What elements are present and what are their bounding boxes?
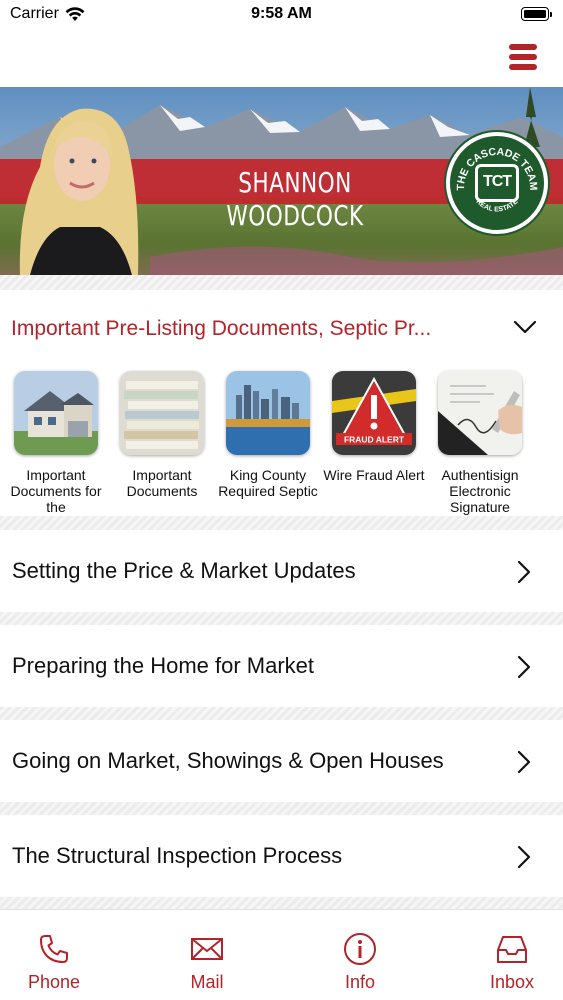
battery-icon [521, 7, 552, 21]
document-tile[interactable]: King County Required Septic [215, 370, 321, 515]
bottom-tab-bar: Phone Mail Info Inbox [0, 909, 563, 1000]
list-item-label: Setting the Price & Market Updates [12, 558, 356, 583]
mail-icon [191, 938, 223, 960]
tab-info[interactable]: Info [290, 910, 430, 1000]
tab-label: Inbox [489, 972, 535, 992]
list-item[interactable]: Going on Market, Showings & Open Houses [0, 720, 563, 802]
document-tile[interactable]: Important Documents [109, 370, 215, 515]
list-item[interactable]: Preparing the Home for Market [0, 625, 563, 707]
section-divider [0, 802, 563, 815]
house-thumbnail [14, 371, 98, 455]
status-time: 9:58 AM [251, 5, 312, 22]
pre-listing-section-header[interactable]: Important Pre-Listing Documents, Septic … [0, 290, 563, 370]
agent-name: SHANNON WOODCOCK [226, 166, 364, 232]
tab-phone[interactable]: Phone [0, 910, 124, 1000]
documents-stack-thumbnail [120, 371, 204, 455]
chevron-down-icon [513, 320, 537, 334]
inbox-icon [497, 936, 527, 963]
city-skyline-thumbnail [226, 371, 310, 455]
section-divider [0, 275, 563, 290]
document-label: Wire Fraud Alert [323, 467, 425, 483]
list-item-label: Going on Market, Showings & Open Houses [12, 748, 444, 773]
section-divider [0, 516, 563, 530]
documents-row: Important Documents for the Important Do… [0, 370, 563, 516]
hamburger-menu-icon[interactable] [509, 44, 537, 70]
document-label: Authentisign Electronic Signature [441, 467, 519, 515]
document-label: Important Documents [126, 467, 198, 499]
chevron-right-icon [517, 750, 531, 774]
top-nav-bar [0, 30, 563, 87]
section-title: Important Pre-Listing Documents, Septic … [11, 317, 432, 340]
chevron-right-icon [517, 655, 531, 679]
status-bar: Carrier 9:58 AM [0, 0, 563, 30]
document-tile[interactable]: FRAUD ALERT Wire Fraud Alert [321, 370, 427, 515]
tab-label: Info [344, 972, 376, 992]
list-item-label: The Structural Inspection Process [12, 843, 343, 868]
cascade-team-logo: THE CASCADE TEAM REAL ESTATE [446, 132, 548, 234]
section-divider [0, 897, 563, 909]
list-item[interactable]: Setting the Price & Market Updates [0, 530, 563, 612]
list-item[interactable]: The Structural Inspection Process [0, 815, 563, 897]
document-tile[interactable]: Important Documents for the [3, 370, 109, 515]
tab-label: Mail [190, 972, 224, 992]
phone-icon [40, 935, 68, 963]
svg-text:FRAUD ALERT: FRAUD ALERT [344, 435, 405, 445]
agent-banner: SHANNON WOODCOCK THE CASCADE TEAM REAL E… [0, 87, 563, 275]
chevron-right-icon [517, 560, 531, 584]
list-item-label: Preparing the Home for Market [12, 653, 315, 678]
document-label: Important Documents for the [10, 467, 102, 515]
section-divider [0, 612, 563, 625]
section-divider [0, 707, 563, 720]
fraud-alert-thumbnail: FRAUD ALERT [332, 371, 416, 455]
tab-mail[interactable]: Mail [137, 910, 277, 1000]
document-tile[interactable]: Authentisign Electronic Signature [427, 370, 533, 515]
tab-inbox[interactable]: Inbox [442, 910, 563, 1000]
chevron-right-icon [517, 845, 531, 869]
agent-photo [19, 108, 139, 275]
info-icon [344, 933, 376, 965]
signature-thumbnail [438, 371, 522, 455]
logo-monogram [475, 164, 519, 202]
tab-label: Phone [27, 972, 81, 992]
document-label: King County Required Septic [218, 467, 318, 499]
